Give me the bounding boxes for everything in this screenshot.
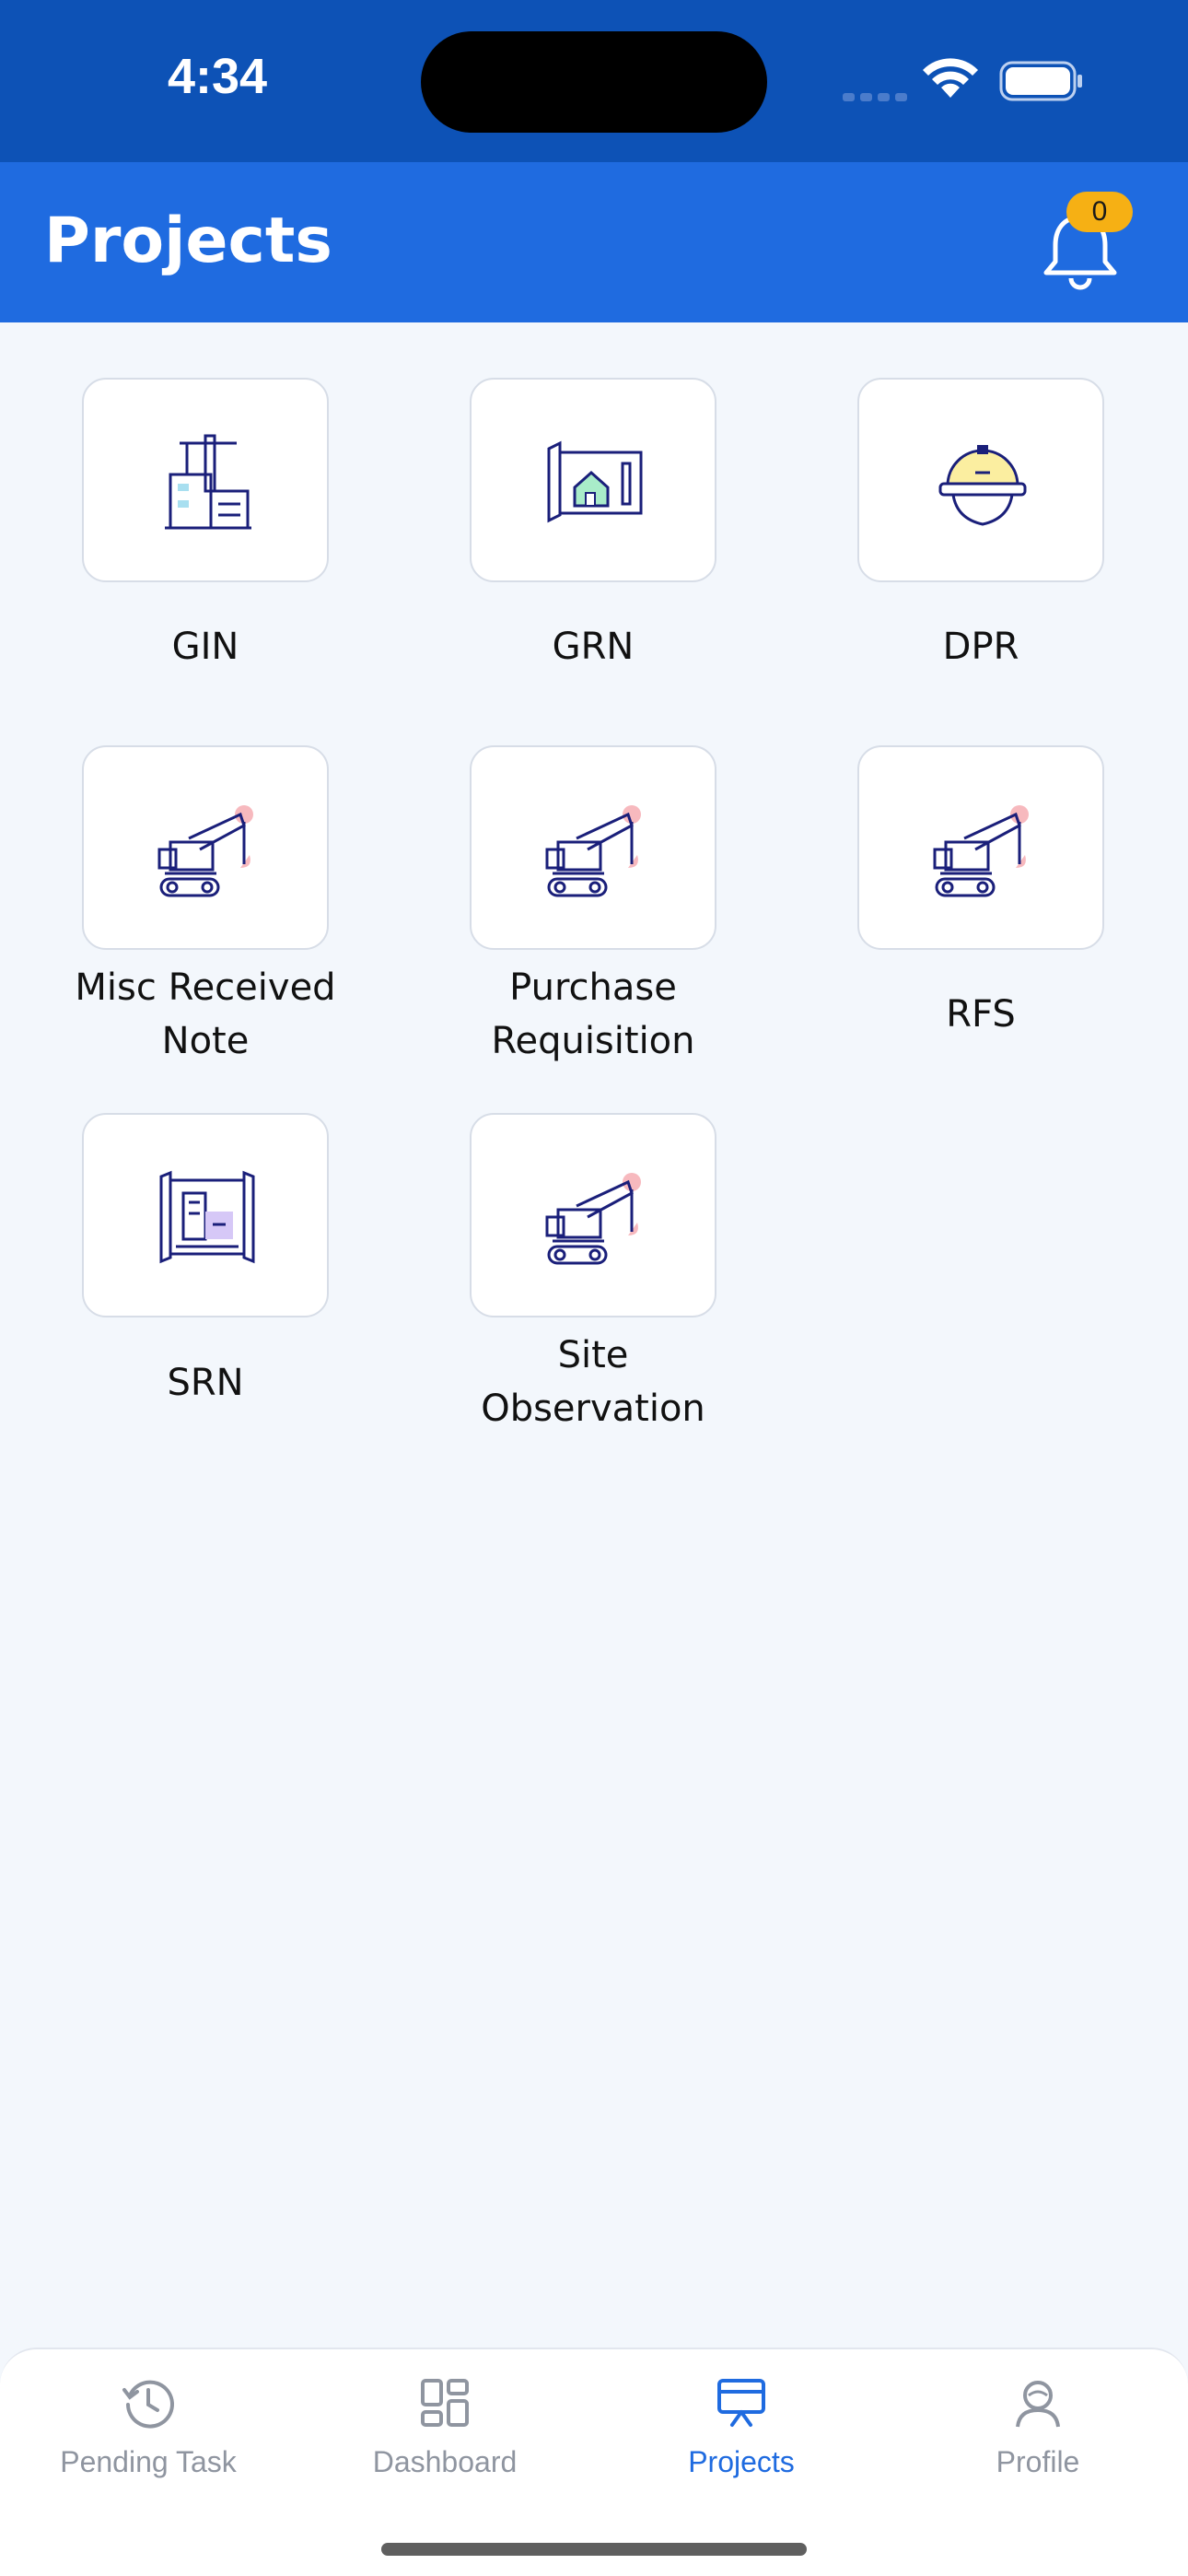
nav-label-dashboard: Dashboard [372, 2445, 518, 2478]
nav-profile[interactable]: Profile [890, 2349, 1186, 2506]
wifi-icon [923, 58, 978, 98]
nav-label-profile: Profile [996, 2445, 1080, 2478]
tile-label-srn: SRN [167, 1362, 244, 1404]
building-plan-icon [159, 1170, 255, 1264]
tile-srn[interactable] [82, 1113, 329, 1317]
tile-purchase-requisition[interactable] [470, 745, 716, 950]
page-title: Projects [44, 205, 332, 277]
excavator-icon [933, 805, 1029, 897]
cellular-signal-icon [843, 88, 913, 105]
tile-gin[interactable] [82, 378, 329, 582]
excavator-icon [545, 1173, 641, 1265]
tile-label-rfs: RFS [946, 993, 1016, 1036]
app-header: Projects 0 [0, 162, 1188, 322]
tile-label-misc-received-note: Misc Received Note [75, 966, 336, 1062]
tile-misc-received-note[interactable] [82, 745, 329, 950]
nav-pending-task[interactable]: Pending Task [0, 2349, 297, 2506]
tile-label-site-observation: Site Observation [481, 1334, 705, 1430]
building-crane-icon [165, 434, 251, 530]
battery-icon [999, 61, 1082, 101]
excavator-icon [157, 805, 253, 897]
tile-dpr[interactable] [857, 378, 1104, 582]
tile-label-grn: GRN [552, 626, 635, 668]
nav-label-pending-task: Pending Task [60, 2445, 237, 2478]
nav-projects[interactable]: Projects [593, 2349, 890, 2506]
dashboard-grid-icon [421, 2379, 469, 2427]
bottom-navigation: Pending Task Dashboard Projects Profile [0, 2348, 1188, 2576]
presentation-board-icon [717, 2379, 765, 2427]
clock-icon [122, 2380, 174, 2429]
tile-site-observation[interactable] [470, 1113, 716, 1317]
nav-label-projects: Projects [688, 2445, 795, 2478]
user-avatar-icon [1016, 2381, 1060, 2428]
hard-hat-icon [938, 445, 1027, 526]
home-indicator [381, 2543, 807, 2556]
notification-badge: 0 [1066, 192, 1133, 232]
tile-label-dpr: DPR [942, 626, 1019, 668]
nav-dashboard[interactable]: Dashboard [297, 2349, 593, 2506]
status-bar: 4:34 [0, 0, 1188, 162]
tile-label-purchase-requisition: Purchase Requisition [491, 966, 695, 1062]
house-blueprint-icon [547, 440, 643, 523]
excavator-icon [545, 805, 641, 897]
tile-label-gin: GIN [171, 626, 239, 668]
dynamic-island [421, 31, 767, 133]
status-time: 4:34 [168, 49, 268, 104]
tile-grn[interactable] [470, 378, 716, 582]
tile-rfs[interactable] [857, 745, 1104, 950]
